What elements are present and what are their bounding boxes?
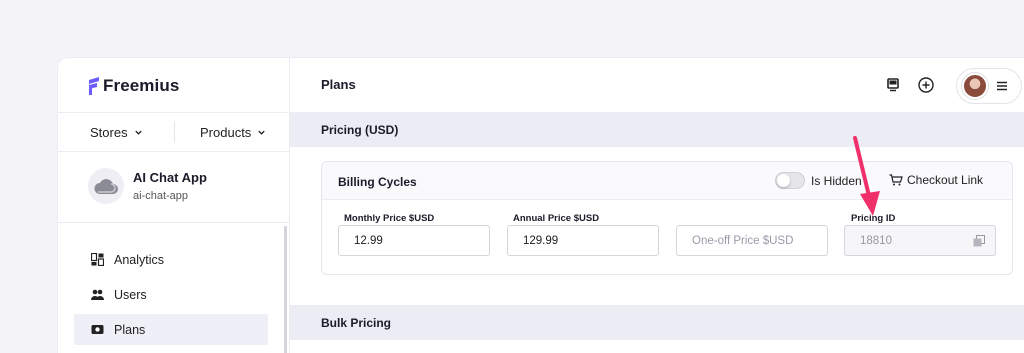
users-icon (91, 289, 104, 300)
stores-dropdown[interactable]: Stores (90, 125, 143, 140)
sidebar-nav: Analytics Users Plans (74, 244, 268, 349)
stores-label: Stores (90, 125, 128, 140)
user-menu-button[interactable] (956, 68, 1022, 104)
top-bar: Plans (290, 58, 1024, 112)
sidebar: Freemius Stores Products AI Chat App ai-… (58, 58, 290, 353)
plus-circle-icon (918, 77, 934, 93)
billing-cycles-card: Billing Cycles Is Hidden Checkout Link M… (321, 161, 1013, 275)
checkout-link-button[interactable]: Checkout Link (889, 173, 983, 187)
products-dropdown[interactable]: Products (200, 125, 266, 140)
plans-icon (91, 325, 104, 334)
card-header: Billing Cycles Is Hidden Checkout Link (322, 162, 1012, 200)
add-button[interactable] (917, 76, 935, 94)
pricing-id-field: 18810 (844, 225, 996, 256)
bulk-pricing-section-header: Bulk Pricing (290, 305, 1024, 340)
chevron-down-icon (134, 130, 142, 135)
sidebar-item-users[interactable]: Users (74, 279, 268, 310)
brand-logo[interactable]: Freemius (88, 76, 179, 96)
pricing-id-value: 18810 (860, 235, 892, 247)
sidebar-item-label: Analytics (114, 252, 165, 267)
sidebar-divider (58, 222, 290, 223)
checkout-link-label: Checkout Link (907, 173, 984, 187)
cloud-icon (94, 179, 118, 194)
tablet-icon[interactable] (884, 76, 902, 94)
sidebar-scrollbar[interactable] (284, 226, 287, 353)
section-title: Pricing (USD) (321, 123, 399, 137)
main-content: Pricing (USD) Billing Cycles Is Hidden C… (290, 112, 1024, 353)
pricing-section: Billing Cycles Is Hidden Checkout Link M… (290, 147, 1024, 305)
pricing-section-header: Pricing (USD) (290, 112, 1024, 147)
section-title: Bulk Pricing (321, 316, 392, 330)
monthly-price-input[interactable]: 12.99 (338, 225, 490, 256)
menu-icon (997, 81, 1007, 91)
copy-icon[interactable] (973, 235, 985, 247)
freemius-logo-icon (89, 77, 99, 95)
oneoff-price-input[interactable]: One-off Price $USD (676, 225, 828, 256)
sidebar-item-analytics[interactable]: Analytics (74, 244, 268, 275)
products-label: Products (200, 125, 252, 140)
sidebar-item-plans[interactable]: Plans (74, 314, 268, 345)
brand-name: Freemius (103, 76, 180, 95)
device-icon (887, 78, 899, 92)
product-slug: ai-chat-app (133, 190, 189, 202)
product-avatar (88, 168, 124, 204)
is-hidden-toggle[interactable] (775, 172, 805, 189)
monthly-price-label: Monthly Price $USD (344, 213, 435, 224)
selector-divider (174, 121, 175, 143)
cart-icon (889, 174, 903, 186)
store-product-selector: Stores Products (58, 112, 290, 152)
toggle-knob (777, 174, 790, 187)
chevron-down-icon (258, 130, 265, 135)
bulk-pricing-section (290, 340, 1024, 353)
page-title: Plans (321, 77, 356, 92)
annual-price-input[interactable]: 129.99 (507, 225, 659, 256)
avatar (962, 73, 988, 99)
product-name: AI Chat App (133, 170, 207, 185)
annual-price-label: Annual Price $USD (513, 213, 600, 224)
annotation-arrow-icon (853, 136, 880, 216)
sidebar-item-label: Plans (114, 322, 146, 337)
current-product[interactable]: AI Chat App ai-chat-app (88, 168, 207, 204)
card-title: Billing Cycles (338, 175, 417, 189)
sidebar-item-label: Users (114, 287, 147, 302)
analytics-icon (91, 253, 104, 266)
